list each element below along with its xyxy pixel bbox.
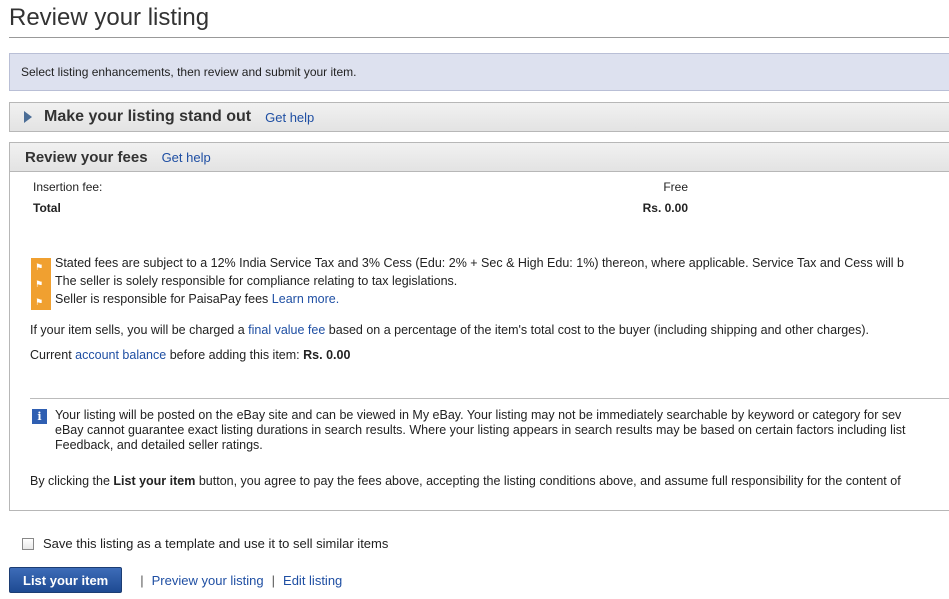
- insertion-fee-row: Insertion fee: Free: [33, 180, 688, 194]
- standout-help-link[interactable]: Get help: [265, 110, 314, 125]
- total-label: Total: [33, 201, 61, 215]
- notice-text-part: Seller is responsible for PaisaPay fees: [55, 292, 269, 306]
- listing-info-text: Your listing will be posted on the eBay …: [55, 408, 949, 453]
- final-value-before: If your item sells, you will be charged …: [30, 323, 245, 337]
- action-separator: |: [271, 572, 276, 588]
- info-line: Your listing will be posted on the eBay …: [55, 408, 902, 422]
- notice-text: Seller is responsible for PaisaPay fees …: [55, 292, 339, 306]
- notice-item: Seller is responsible for PaisaPay fees …: [31, 292, 949, 310]
- standout-section-header[interactable]: Make your listing stand out Get help: [9, 102, 949, 132]
- standout-title[interactable]: Make your listing stand out: [44, 108, 251, 126]
- notice-item: Stated fees are subject to a 12% India S…: [31, 256, 949, 274]
- info-line: Feedback, and detailed seller ratings.: [55, 438, 263, 452]
- agree-before: By clicking the: [30, 474, 110, 488]
- total-value: Rs. 0.00: [642, 201, 688, 215]
- instruction-banner: Select listing enhancements, then review…: [9, 53, 949, 91]
- preview-listing-link[interactable]: Preview your listing: [152, 573, 264, 588]
- agreement-text: By clicking the List your item button, y…: [30, 474, 901, 488]
- account-balance-text: Current account balance before adding th…: [30, 348, 350, 362]
- action-separator: |: [140, 572, 144, 588]
- edit-listing-link[interactable]: Edit listing: [283, 573, 342, 588]
- action-bar: List your item | Preview your listing | …: [9, 567, 342, 593]
- account-balance-link[interactable]: account balance: [75, 348, 166, 362]
- final-value-fee-link[interactable]: final value fee: [248, 323, 325, 337]
- notice-text: The seller is solely responsible for com…: [55, 274, 458, 288]
- info-line: eBay cannot guarantee exact listing dura…: [55, 423, 906, 437]
- learn-more-link[interactable]: Learn more.: [272, 292, 339, 306]
- agree-bold: List your item: [113, 474, 196, 488]
- balance-before: Current: [30, 348, 72, 362]
- template-checkbox-label[interactable]: Save this listing as a template and use …: [43, 536, 388, 551]
- fees-body: Insertion fee: Free Total Rs. 0.00 ⚑ ⚑ ⚑…: [9, 172, 949, 511]
- final-value-text: If your item sells, you will be charged …: [30, 323, 869, 337]
- title-divider: [9, 37, 949, 38]
- page-title: Review your listing: [9, 4, 210, 31]
- notice-text: Stated fees are subject to a 12% India S…: [55, 256, 904, 270]
- template-checkbox-row[interactable]: Save this listing as a template and use …: [22, 536, 388, 551]
- fee-value: Free: [663, 180, 688, 194]
- fees-divider: [30, 398, 949, 399]
- fees-section-header: Review your fees Get help: [9, 142, 949, 172]
- total-fee-row: Total Rs. 0.00: [33, 201, 688, 215]
- final-value-after: based on a percentage of the item's tota…: [328, 323, 870, 337]
- notice-item: The seller is solely responsible for com…: [31, 274, 949, 292]
- fee-label: Insertion fee:: [33, 180, 103, 194]
- template-checkbox[interactable]: [22, 537, 34, 550]
- agree-after: button, you agree to pay the fees above,…: [198, 474, 901, 488]
- fees-help-link[interactable]: Get help: [162, 150, 211, 165]
- fees-title: Review your fees: [25, 148, 148, 166]
- list-your-item-button[interactable]: List your item: [9, 567, 123, 593]
- triangle-right-icon[interactable]: [24, 111, 32, 123]
- balance-after: before adding this item:: [169, 348, 300, 362]
- fee-notices: Stated fees are subject to a 12% India S…: [31, 256, 949, 310]
- instruction-text: Select listing enhancements, then review…: [21, 65, 357, 79]
- balance-amount: Rs. 0.00: [303, 348, 351, 362]
- info-icon: i: [32, 409, 47, 424]
